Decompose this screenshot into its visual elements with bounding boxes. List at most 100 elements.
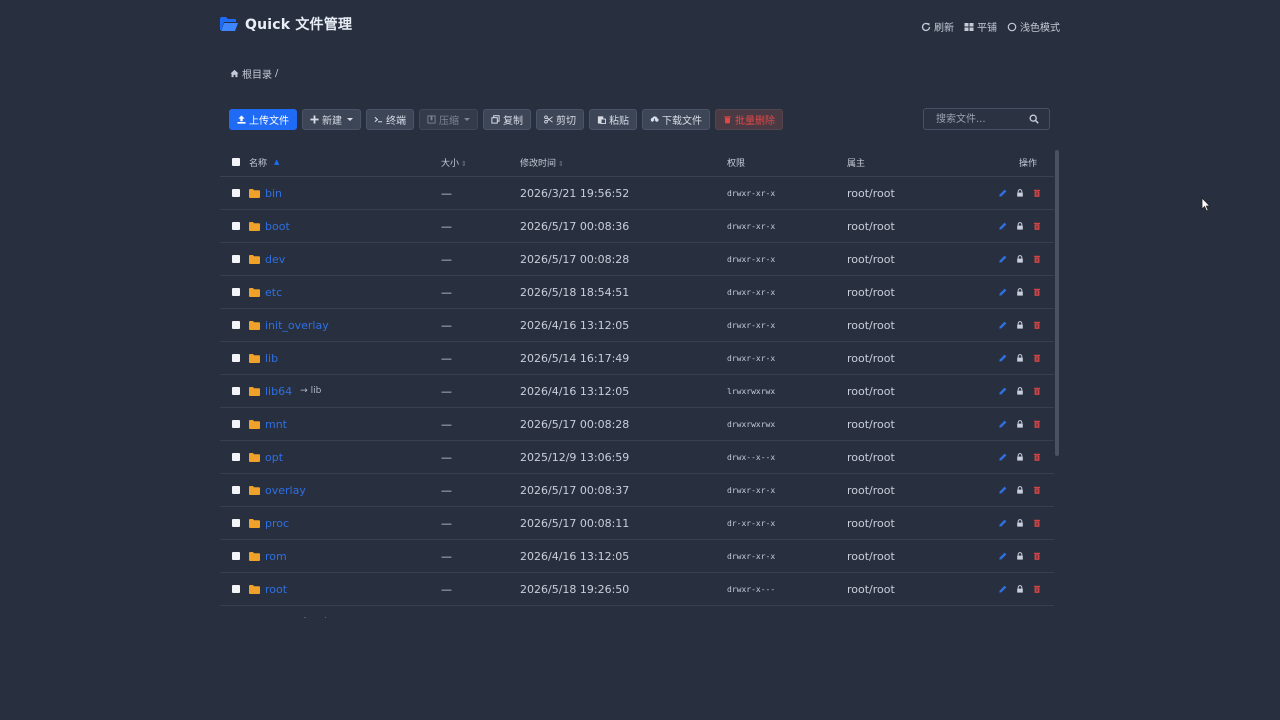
copy-button[interactable]: 复制 bbox=[483, 109, 531, 130]
row-checkbox[interactable] bbox=[232, 255, 240, 263]
delete-button[interactable] bbox=[1033, 222, 1041, 230]
row-checkbox[interactable] bbox=[232, 288, 240, 296]
permission-button[interactable] bbox=[1016, 189, 1024, 197]
permission-button[interactable] bbox=[1016, 453, 1024, 461]
row-checkbox[interactable] bbox=[232, 354, 240, 362]
search-icon[interactable] bbox=[1029, 114, 1039, 124]
cut-button[interactable]: 剪切 bbox=[536, 109, 584, 130]
select-all-checkbox[interactable] bbox=[232, 158, 240, 166]
table-row[interactable]: boot — 2026/5/17 00:08:36 drwxr-xr-x root/ro… bbox=[220, 210, 1054, 243]
table-row[interactable]: dev — 2026/5/17 00:08:28 drwxr-xr-x root/roo… bbox=[220, 243, 1054, 276]
delete-button[interactable] bbox=[1033, 321, 1041, 329]
breadcrumb-root[interactable]: 根目录 bbox=[242, 66, 272, 81]
rename-button[interactable] bbox=[999, 420, 1007, 428]
row-checkbox[interactable] bbox=[232, 453, 240, 461]
rename-button[interactable] bbox=[999, 288, 1007, 296]
table-row[interactable]: run →/tmp/run — 2026/4/16 13:12:05 lrwxrwxrw… bbox=[220, 606, 1054, 618]
header-name[interactable]: 名称 ▲ bbox=[249, 156, 279, 169]
tile-view-button[interactable]: 平铺 bbox=[964, 19, 997, 34]
upload-button[interactable]: 上传文件 bbox=[229, 109, 297, 130]
row-checkbox[interactable] bbox=[232, 519, 240, 527]
file-name-link[interactable]: init_overlay bbox=[265, 319, 329, 332]
table-row[interactable]: lib64 → lib — 2026/4/16 13:12:05 lrwxrwxrwx ro… bbox=[220, 375, 1054, 408]
delete-button[interactable] bbox=[1033, 552, 1041, 560]
row-checkbox[interactable] bbox=[232, 387, 240, 395]
batch-delete-button[interactable]: 批量删除 bbox=[715, 109, 783, 130]
delete-button[interactable] bbox=[1033, 354, 1041, 362]
row-checkbox[interactable] bbox=[232, 552, 240, 560]
rename-button[interactable] bbox=[999, 189, 1007, 197]
paste-button[interactable]: 粘贴 bbox=[589, 109, 637, 130]
rename-button[interactable] bbox=[999, 222, 1007, 230]
delete-button[interactable] bbox=[1033, 519, 1041, 527]
file-name-link[interactable]: dev bbox=[265, 253, 285, 266]
file-name-link[interactable]: boot bbox=[265, 220, 290, 233]
rename-button[interactable] bbox=[999, 486, 1007, 494]
permission-button[interactable] bbox=[1016, 222, 1024, 230]
file-name-link[interactable]: lib bbox=[265, 352, 278, 365]
light-mode-button[interactable]: 浅色模式 bbox=[1007, 19, 1060, 34]
new-button[interactable]: 新建 bbox=[302, 109, 361, 130]
rename-button[interactable] bbox=[999, 255, 1007, 263]
rename-button[interactable] bbox=[999, 354, 1007, 362]
row-checkbox[interactable] bbox=[232, 420, 240, 428]
file-name-link[interactable]: lib64 bbox=[265, 385, 292, 398]
delete-button[interactable] bbox=[1033, 189, 1041, 197]
permission-button[interactable] bbox=[1016, 420, 1024, 428]
delete-button[interactable] bbox=[1033, 453, 1041, 461]
row-checkbox[interactable] bbox=[232, 189, 240, 197]
file-name-link[interactable]: etc bbox=[265, 286, 282, 299]
delete-button[interactable] bbox=[1033, 288, 1041, 296]
table-scrollbar[interactable] bbox=[1055, 150, 1059, 456]
header-size[interactable]: 大小 ⇕ bbox=[441, 156, 467, 169]
permission-button[interactable] bbox=[1016, 486, 1024, 494]
delete-button[interactable] bbox=[1033, 486, 1041, 494]
search-input[interactable] bbox=[934, 112, 1028, 126]
file-name-link[interactable]: bin bbox=[265, 187, 282, 200]
table-row[interactable]: proc — 2026/5/17 00:08:11 dr-xr-xr-x root/ro… bbox=[220, 507, 1054, 540]
rename-button[interactable] bbox=[999, 453, 1007, 461]
row-checkbox[interactable] bbox=[232, 486, 240, 494]
table-row[interactable]: rom — 2026/4/16 13:12:05 drwxr-xr-x root/roo… bbox=[220, 540, 1054, 573]
delete-button[interactable] bbox=[1033, 387, 1041, 395]
file-name-link[interactable]: opt bbox=[265, 451, 283, 464]
row-checkbox[interactable] bbox=[232, 222, 240, 230]
rename-button[interactable] bbox=[999, 519, 1007, 527]
table-row[interactable]: opt — 2025/12/9 13:06:59 drwx--x--x root/roo… bbox=[220, 441, 1054, 474]
table-row[interactable]: etc — 2026/5/18 18:54:51 drwxr-xr-x root/roo… bbox=[220, 276, 1054, 309]
compress-button[interactable]: 压缩 bbox=[419, 109, 478, 130]
file-name-link[interactable]: mnt bbox=[265, 418, 287, 431]
permission-button[interactable] bbox=[1016, 552, 1024, 560]
rename-button[interactable] bbox=[999, 585, 1007, 593]
file-name-link[interactable]: rom bbox=[265, 550, 287, 563]
permission-button[interactable] bbox=[1016, 321, 1024, 329]
file-name-link[interactable]: overlay bbox=[265, 484, 306, 497]
download-button[interactable]: 下载文件 bbox=[642, 109, 710, 130]
rename-button[interactable] bbox=[999, 387, 1007, 395]
permission-button[interactable] bbox=[1016, 387, 1024, 395]
rename-button[interactable] bbox=[999, 321, 1007, 329]
search-box[interactable] bbox=[923, 108, 1050, 130]
delete-button[interactable] bbox=[1033, 255, 1041, 263]
permission-button[interactable] bbox=[1016, 354, 1024, 362]
permission-button[interactable] bbox=[1016, 255, 1024, 263]
table-row[interactable]: init_overlay — 2026/4/16 13:12:05 drwxr-xr-… bbox=[220, 309, 1054, 342]
row-checkbox[interactable] bbox=[232, 321, 240, 329]
delete-button[interactable] bbox=[1033, 420, 1041, 428]
delete-button[interactable] bbox=[1033, 585, 1041, 593]
file-name-link[interactable]: proc bbox=[265, 517, 289, 530]
permission-button[interactable] bbox=[1016, 585, 1024, 593]
terminal-button[interactable]: 终端 bbox=[366, 109, 414, 130]
rename-button[interactable] bbox=[999, 552, 1007, 560]
row-checkbox[interactable] bbox=[232, 585, 240, 593]
header-mtime[interactable]: 修改时间 ⇕ bbox=[520, 156, 564, 169]
refresh-button[interactable]: 刷新 bbox=[921, 19, 954, 34]
table-row[interactable]: overlay — 2026/5/17 00:08:37 drwxr-xr-x root… bbox=[220, 474, 1054, 507]
table-row[interactable]: lib — 2026/5/14 16:17:49 drwxr-xr-x root/roo… bbox=[220, 342, 1054, 375]
table-row[interactable]: root — 2026/5/18 19:26:50 drwxr-x--- root/ro… bbox=[220, 573, 1054, 606]
permission-button[interactable] bbox=[1016, 519, 1024, 527]
table-row[interactable]: mnt — 2026/5/17 00:08:28 drwxrwxrwx root/roo… bbox=[220, 408, 1054, 441]
file-name-link[interactable]: run bbox=[265, 616, 283, 619]
table-row[interactable]: bin — 2026/3/21 19:56:52 drwxr-xr-x root/roo… bbox=[220, 177, 1054, 210]
file-name-link[interactable]: root bbox=[265, 583, 287, 596]
